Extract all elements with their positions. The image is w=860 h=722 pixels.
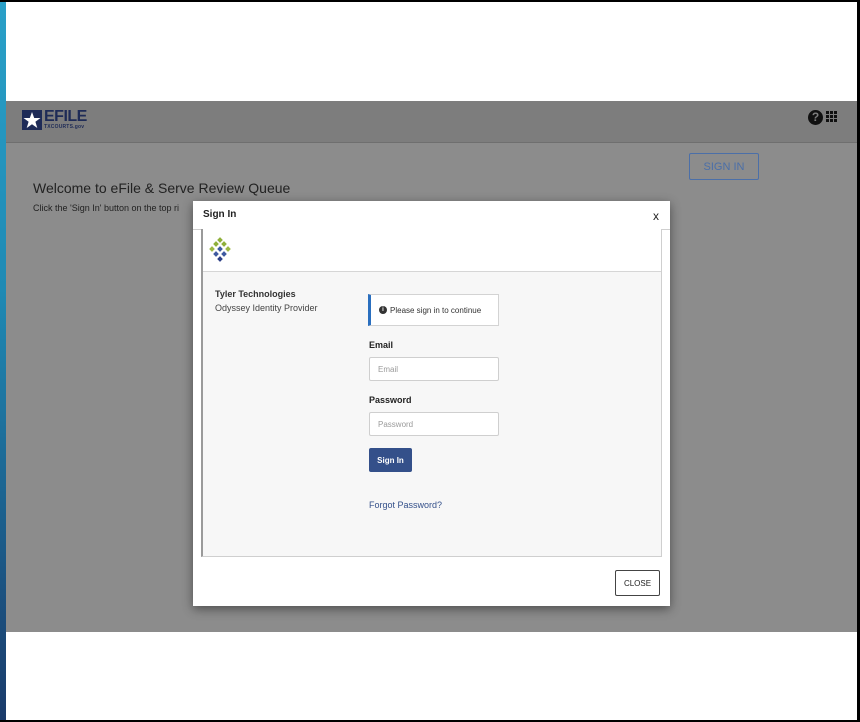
logo-title: EFILE [44, 108, 87, 125]
provider-subtitle: Odyssey Identity Provider [215, 303, 318, 313]
app-header: EFILE TXCOURTS.gov ? [6, 101, 857, 143]
welcome-subtitle: Click the 'Sign In' button on the top ri [33, 203, 180, 213]
password-field[interactable] [369, 412, 499, 436]
modal-title: Sign In [203, 209, 237, 220]
info-circle-icon: i [379, 306, 387, 314]
welcome-title: Welcome to eFile & Serve Review Queue [33, 180, 291, 196]
logo-subtitle: TXCOURTS.gov [44, 124, 85, 130]
sign-in-button[interactable]: Sign In [369, 448, 412, 472]
header-sign-in-button[interactable]: SIGN IN [689, 153, 759, 180]
top-border [0, 0, 860, 2]
modal-header: Sign In x [193, 201, 670, 230]
question-circle-icon[interactable]: ? [808, 110, 823, 125]
tyler-logo-icon [209, 237, 231, 262]
email-label: Email [369, 340, 394, 350]
close-icon[interactable]: x [653, 209, 659, 223]
sign-in-modal: Sign In x Tyler Technologies Odyssey Ide… [193, 201, 670, 606]
efile-logo[interactable]: EFILE TXCOURTS.gov [22, 109, 87, 130]
provider-name: Tyler Technologies [215, 289, 296, 299]
sign-in-notice: i Please sign in to continue [368, 294, 499, 326]
grid-icon[interactable] [826, 111, 837, 122]
password-label: Password [369, 395, 412, 405]
logo-text: EFILE TXCOURTS.gov [44, 109, 87, 130]
notice-text: Please sign in to continue [390, 305, 482, 315]
close-button[interactable]: CLOSE [615, 570, 660, 596]
identity-provider-frame: Tyler Technologies Odyssey Identity Prov… [201, 229, 662, 557]
email-field[interactable] [369, 357, 499, 381]
provider-logo-bar [203, 229, 661, 272]
texas-star-icon [22, 109, 42, 130]
forgot-password-link[interactable]: Forgot Password? [369, 500, 442, 510]
